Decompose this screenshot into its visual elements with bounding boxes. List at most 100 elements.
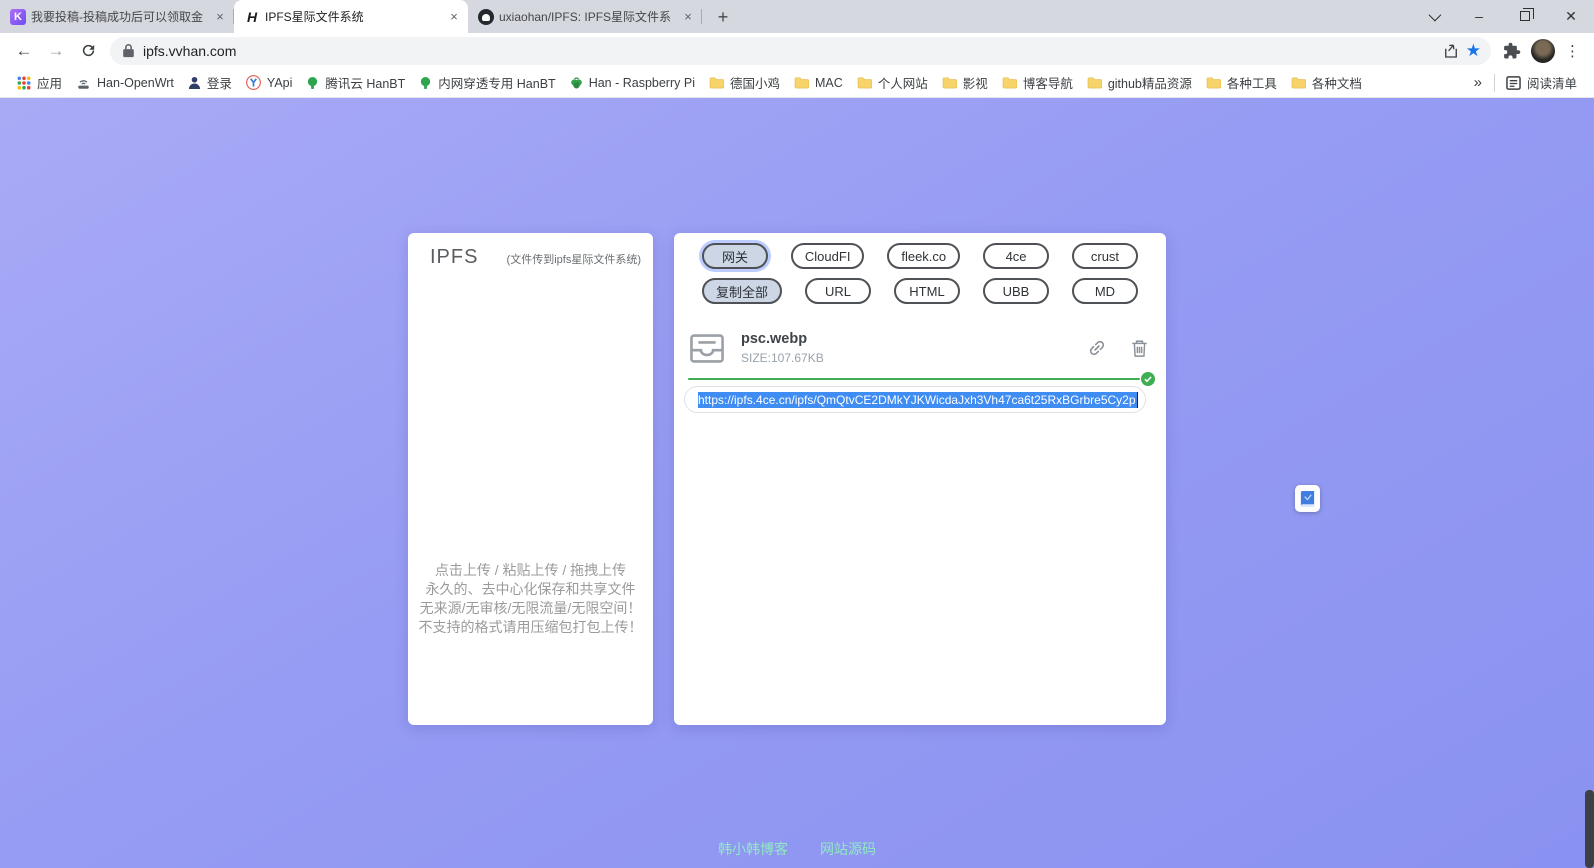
back-button[interactable]: ← xyxy=(10,37,38,65)
router-icon xyxy=(76,76,91,90)
tab-close-icon[interactable]: × xyxy=(446,9,462,25)
upload-drop-zone[interactable]: 点击上传 / 粘贴上传 / 拖拽上传 永久的、去中心化保存和共享文件 无来源/无… xyxy=(408,279,653,725)
bookmark-folder-mac[interactable]: MAC xyxy=(787,73,850,93)
gateway-button-fleek[interactable]: fleek.co xyxy=(887,243,960,269)
page-scrollbar-thumb[interactable] xyxy=(1585,790,1594,868)
raspberry-icon xyxy=(570,76,583,90)
page-subtitle: (文件传到ipfs星际文件系统) xyxy=(507,251,641,267)
format-button-ubb[interactable]: UBB xyxy=(983,278,1049,304)
restore-button[interactable] xyxy=(1502,0,1548,32)
result-url-text[interactable]: https://ipfs.4ce.cn/ipfs/QmQtvCE2DMkYJKW… xyxy=(698,392,1138,408)
profile-avatar[interactable] xyxy=(1531,39,1555,63)
instruction-line: 不支持的格式请用压缩包打包上传！ xyxy=(408,618,653,637)
folder-icon xyxy=(1002,76,1017,89)
bookmark-folder-personal-sites[interactable]: 个人网站 xyxy=(850,70,935,95)
tab-ipfs-active[interactable]: H IPFS星际文件系统 × xyxy=(234,0,468,33)
bookmark-label: 个人网站 xyxy=(878,73,928,92)
tab-title: IPFS星际文件系统 xyxy=(265,8,441,25)
file-name: psc.webp xyxy=(741,331,1087,347)
bookmark-label: MAC xyxy=(815,76,843,90)
reading-list-label: 阅读清单 xyxy=(1527,73,1577,92)
gateway-button-row: 网关 CloudFI fleek.co 4ce crust xyxy=(702,243,1138,269)
bookmark-folder-blog-nav[interactable]: 博客导航 xyxy=(995,70,1080,95)
delete-file-button[interactable] xyxy=(1131,339,1148,358)
bookmark-folder-movies[interactable]: 影视 xyxy=(935,70,995,95)
forward-button[interactable]: → xyxy=(42,37,70,65)
green-app-icon xyxy=(306,76,319,90)
gateway-button-crust[interactable]: crust xyxy=(1072,243,1138,269)
restore-icon xyxy=(1520,11,1530,21)
share-icon[interactable] xyxy=(1442,42,1460,60)
bookmark-tencent-hanbt[interactable]: 腾讯云 HanBT xyxy=(299,70,412,95)
bookmark-star-icon[interactable]: ★ xyxy=(1466,41,1481,61)
address-url[interactable]: ipfs.vvhan.com xyxy=(143,43,1442,59)
format-button-html[interactable]: HTML xyxy=(894,278,960,304)
result-card: 网关 CloudFI fleek.co 4ce crust 复制全部 URL H… xyxy=(674,233,1166,725)
bookmark-raspberry-pi[interactable]: Han - Raspberry Pi xyxy=(563,73,702,93)
tab-submit-page[interactable]: K 我要投稿-投稿成功后可以领取金 × xyxy=(0,0,234,33)
reading-list-icon xyxy=(1506,76,1521,90)
tab-close-icon[interactable]: × xyxy=(212,9,228,25)
bookmark-label: YApi xyxy=(267,76,292,90)
bookmark-folder-tools[interactable]: 各种工具 xyxy=(1199,70,1284,95)
tab-title: uxiaohan/IPFS: IPFS星际文件系 xyxy=(499,8,675,25)
source-code-link[interactable]: 网站源码 xyxy=(820,839,876,859)
new-tab-button[interactable]: + xyxy=(710,4,736,30)
reload-icon xyxy=(80,42,97,59)
format-button-md[interactable]: MD xyxy=(1072,278,1138,304)
close-window-button[interactable]: ✕ xyxy=(1548,0,1594,32)
bookmark-folder-github-resources[interactable]: github精品资源 xyxy=(1080,70,1199,95)
gateway-button-4ce[interactable]: 4ce xyxy=(983,243,1049,269)
bookmark-label: 各种文档 xyxy=(1312,73,1362,92)
extensions-puzzle-icon[interactable] xyxy=(1503,42,1521,60)
bookmark-label: Han - Raspberry Pi xyxy=(589,76,695,90)
bookmark-login[interactable]: 登录 xyxy=(181,70,239,95)
bookmark-han-openwrt[interactable]: Han-OpenWrt xyxy=(69,73,181,93)
gateway-button-gateway[interactable]: 网关 xyxy=(702,243,768,269)
instruction-line: 永久的、去中心化保存和共享文件 xyxy=(408,580,653,599)
folder-icon xyxy=(1291,76,1306,89)
trash-icon xyxy=(1131,339,1148,358)
tab-close-icon[interactable]: × xyxy=(680,9,696,25)
window-controls: – ✕ xyxy=(1410,0,1594,32)
bookmarks-overflow-chevron[interactable]: » xyxy=(1466,74,1490,91)
bookmark-folder-germany[interactable]: 德国小鸡 xyxy=(702,70,787,95)
page-title: IPFS xyxy=(430,246,478,269)
tab-search-button[interactable] xyxy=(1410,0,1456,32)
bookmark-yapi[interactable]: YApi xyxy=(239,72,299,93)
file-tray-icon xyxy=(688,332,726,365)
vvhan-h-icon: H xyxy=(244,9,260,25)
result-url-field[interactable]: https://ipfs.4ce.cn/ipfs/QmQtvCE2DMkYJKW… xyxy=(684,386,1146,413)
browser-menu-icon[interactable]: ⋮ xyxy=(1565,42,1580,60)
folder-icon xyxy=(1206,76,1221,89)
translate-extension-bubble[interactable] xyxy=(1295,485,1320,512)
address-bar[interactable]: ipfs.vvhan.com ★ xyxy=(110,37,1491,65)
bookmark-label: 博客导航 xyxy=(1023,73,1073,92)
uploaded-file-row: psc.webp SIZE:107.67KB xyxy=(674,313,1166,365)
bookmark-label: github精品资源 xyxy=(1108,73,1192,92)
blog-link[interactable]: 韩小韩博客 xyxy=(718,839,788,859)
format-button-url[interactable]: URL xyxy=(805,278,871,304)
folder-icon xyxy=(942,76,957,89)
bookmark-label: 应用 xyxy=(37,73,62,92)
link-icon xyxy=(1083,334,1111,362)
reading-list-button[interactable]: 阅读清单 xyxy=(1499,70,1584,95)
bookmark-label: 登录 xyxy=(207,73,232,92)
bookmark-frp-hanbt[interactable]: 内网穿透专用 HanBT xyxy=(412,70,562,95)
github-icon xyxy=(478,9,494,25)
folder-icon xyxy=(794,76,809,89)
tab-github-repo[interactable]: uxiaohan/IPFS: IPFS星际文件系 × xyxy=(468,0,702,33)
gateway-button-cloudfl[interactable]: CloudFI xyxy=(791,243,865,269)
copy-link-button[interactable] xyxy=(1087,338,1107,358)
upload-instructions: 点击上传 / 粘贴上传 / 拖拽上传 永久的、去中心化保存和共享文件 无来源/无… xyxy=(408,561,653,637)
bookmark-folder-docs[interactable]: 各种文档 xyxy=(1284,70,1369,95)
bookmark-label: 内网穿透专用 HanBT xyxy=(438,73,555,92)
bookmark-apps[interactable]: 应用 xyxy=(10,70,69,95)
format-button-row: 复制全部 URL HTML UBB MD xyxy=(702,278,1138,304)
reload-button[interactable] xyxy=(74,37,102,65)
green-app-icon xyxy=(419,76,432,90)
copy-all-button[interactable]: 复制全部 xyxy=(702,278,782,304)
upload-card: IPFS (文件传到ipfs星际文件系统) 点击上传 / 粘贴上传 / 拖拽上传… xyxy=(408,233,653,725)
file-size: SIZE:107.67KB xyxy=(741,351,1087,365)
minimize-button[interactable]: – xyxy=(1456,0,1502,32)
